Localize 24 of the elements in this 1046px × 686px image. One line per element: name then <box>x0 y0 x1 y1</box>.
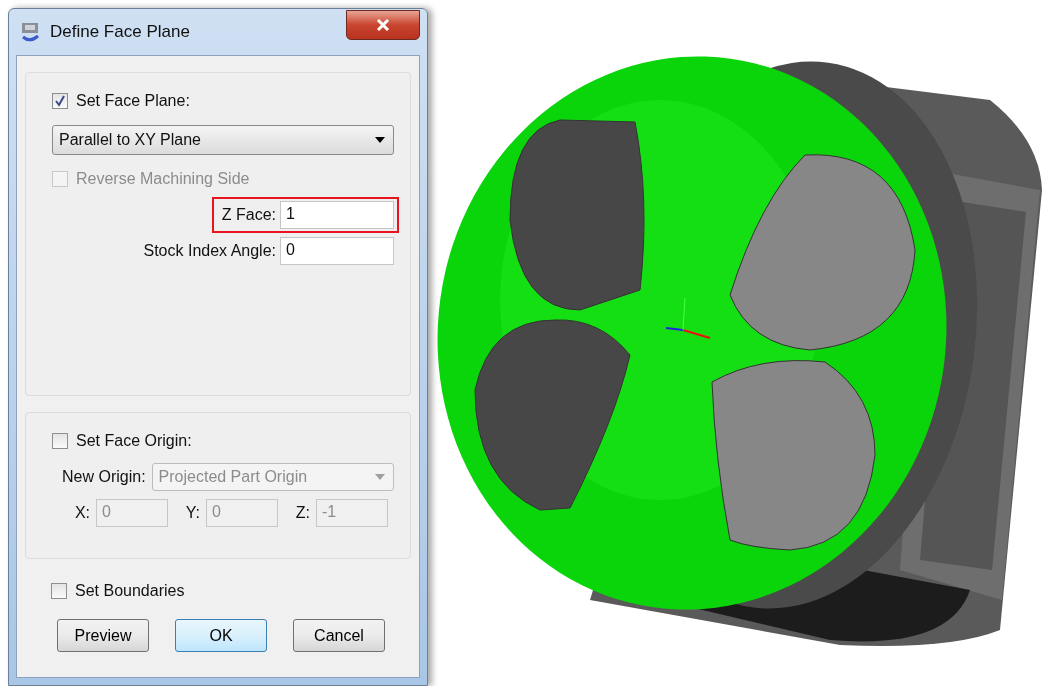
checkbox[interactable] <box>51 583 67 599</box>
dropdown-arrow-icon <box>375 474 385 480</box>
field-label: X: <box>73 504 90 522</box>
ok-button[interactable]: OK <box>175 619 267 652</box>
checkbox-label: Set Face Origin: <box>76 432 192 450</box>
dropdown-arrow-icon <box>375 137 385 143</box>
field-label: Stock Index Angle: <box>143 242 276 260</box>
dialog-button[interactable]: Preview <box>57 619 149 652</box>
checkbox-label: Set Face Plane: <box>76 92 190 110</box>
dialog-button[interactable]: Cancel <box>293 619 385 652</box>
field-label: Z Face: <box>221 206 276 224</box>
input-field[interactable]: 1 <box>280 201 394 229</box>
checkbox-label: Set Boundaries <box>75 582 185 600</box>
field-label: Y: <box>184 504 200 522</box>
close-button[interactable] <box>346 10 420 40</box>
input-field[interactable]: 0 <box>280 237 394 265</box>
window-title: Define Face Plane <box>50 22 191 42</box>
checkbox[interactable] <box>52 93 68 109</box>
plane-dropdown[interactable]: Parallel to XY Plane <box>52 125 394 155</box>
checkbox-label: Reverse Machining Side <box>76 170 250 188</box>
close-icon <box>376 19 390 31</box>
field-label: Z: <box>294 504 310 522</box>
field-label: New Origin: <box>62 468 146 486</box>
checkbox[interactable] <box>52 433 68 449</box>
